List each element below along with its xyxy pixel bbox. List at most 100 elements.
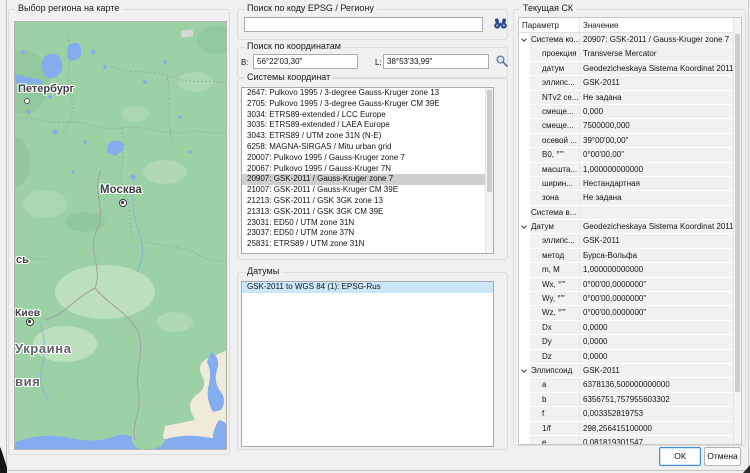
cs-table-row[interactable]: ДатумGeodezicheskaya Sistema Koordinat 2… [519, 220, 741, 234]
coordinate-search-title: Поиск по координатам [244, 41, 344, 51]
cs-table-row[interactable]: ширин...Нестандартная [519, 177, 741, 191]
tree-gutter [519, 350, 530, 363]
cs-table-scrollbar[interactable] [733, 18, 741, 444]
cs-table-row[interactable]: B0, °'"0°00'00,00" [519, 148, 741, 162]
value-cell: 0,0000 [580, 350, 741, 363]
coordinate-search-button[interactable] [494, 54, 510, 70]
latitude-input[interactable] [253, 54, 358, 69]
value-cell: Не задана [580, 91, 741, 104]
cs-table-row[interactable]: Система ко...20907: GSK-2011 / Gauss-Kru… [519, 33, 741, 47]
cs-parameter-table[interactable]: Параметр Значение Система ко...20907: GS… [518, 17, 742, 445]
crs-list-item[interactable]: 21213: GSK-2011 / GSK 3GK zone 13 [242, 196, 493, 207]
tree-expander[interactable] [519, 364, 530, 377]
tree-expander[interactable] [519, 33, 530, 46]
epsg-search-input[interactable] [244, 17, 483, 32]
longitude-label: L: [375, 58, 382, 67]
city-marker-moscow[interactable] [119, 199, 127, 207]
cs-table-row[interactable]: смеще...0,000 [519, 105, 741, 119]
scrollbar-thumb[interactable] [487, 90, 492, 192]
param-cell: датум [530, 62, 580, 75]
cs-table-row[interactable]: Dz0,0000 [519, 350, 741, 364]
crs-list-item[interactable]: 20907: GSK-2011 / Gauss-Kruger zone 7 [242, 174, 493, 185]
epsg-search-button[interactable] [492, 16, 508, 32]
tree-gutter [519, 422, 530, 435]
tree-gutter [519, 436, 530, 445]
cs-table-row[interactable]: Wy, °'"0°00'00,0000000" [519, 292, 741, 306]
value-cell: 20907: GSK-2011 / Gauss-Kruger zone 7 [580, 33, 741, 46]
city-marker-kiev[interactable] [26, 318, 34, 326]
crs-list-scrollbar[interactable] [485, 88, 493, 253]
cs-table-row[interactable]: a6378136,500000000000 [519, 378, 741, 392]
cs-table-row[interactable]: Система в... [519, 206, 741, 220]
cs-table-row[interactable]: b6356751,757955603302 [519, 393, 741, 407]
param-cell: Dy [530, 335, 580, 348]
crs-list-item[interactable]: 3043: ETRS89 / UTM zone 31N (N-E) [242, 131, 493, 142]
param-cell: эллипс... [530, 76, 580, 89]
datum-list-item[interactable]: GSK-2011 to WGS 84 (1): EPSG-Rus [242, 282, 493, 293]
city-marker-petersburg[interactable] [24, 98, 30, 104]
ok-button[interactable]: ОК [659, 447, 701, 466]
cs-table-row[interactable]: e0,081819301547 [519, 436, 741, 445]
crs-list-item[interactable]: 25831: ETRS89 / UTM zone 31N [242, 239, 493, 250]
cs-table-row[interactable]: эллипс...GSK-2011 [519, 76, 741, 90]
value-cell: 0°00'00,00" [580, 148, 741, 161]
cs-table-row[interactable]: датумGeodezicheskaya Sistema Koordinat 2… [519, 62, 741, 76]
cs-table-row[interactable]: эллипс...GSK-2011 [519, 234, 741, 248]
coordinate-systems-title: Системы координат [244, 72, 333, 82]
param-cell: b [530, 393, 580, 406]
cs-table-row[interactable]: ЭллипсоидGSK-2011 [519, 364, 741, 378]
longitude-input[interactable] [383, 54, 489, 69]
cs-table-row[interactable]: смеще...7500000,000 [519, 119, 741, 133]
value-cell: 0,003352819753 [580, 407, 741, 420]
tree-gutter [519, 234, 530, 247]
tree-gutter [519, 292, 530, 305]
cs-table-row[interactable]: осевой ...39°00'00,00" [519, 134, 741, 148]
crs-list-item[interactable]: 21313: GSK-2011 / GSK 3GK CM 39E [242, 207, 493, 218]
tree-gutter [519, 105, 530, 118]
city-label-petersburg: Петербург [18, 83, 74, 95]
cs-table-row[interactable]: Dx0,0000 [519, 321, 741, 335]
map-region-group: Выбор региона на карте [8, 9, 230, 455]
param-cell: осевой ... [530, 134, 580, 147]
crs-list-item[interactable]: 2647: Pulkovo 1995 / 3-degree Gauss-Krug… [242, 88, 493, 99]
current-cs-title: Текущая СК [520, 3, 576, 13]
cs-table-row[interactable]: проекцияTransverse Mercator [519, 47, 741, 61]
crs-list-item[interactable]: 23031: ED50 / UTM zone 31N [242, 218, 493, 229]
param-cell: Датум [530, 220, 580, 233]
param-cell: a [530, 378, 580, 391]
tree-expander[interactable] [519, 220, 530, 233]
tree-gutter [519, 177, 530, 190]
cs-table-row[interactable]: 1/f298,256415100000 [519, 422, 741, 436]
param-cell: Wz, °'" [530, 306, 580, 319]
cs-table-row[interactable]: масшта...1,000000000000 [519, 163, 741, 177]
crs-list[interactable]: 2647: Pulkovo 1995 / 3-degree Gauss-Krug… [241, 87, 494, 254]
crs-list-item[interactable]: 6258: MAGNA-SIRGAS / Mitu urban grid [242, 142, 493, 153]
datum-list[interactable]: GSK-2011 to WGS 84 (1): EPSG-Rus [241, 281, 494, 447]
tree-gutter [519, 306, 530, 319]
param-cell: m, M [530, 263, 580, 276]
crs-list-item[interactable]: 21007: GSK-2011 / Gauss-Kruger CM 39E [242, 185, 493, 196]
cs-table-row[interactable]: NTv2 се...Не задана [519, 91, 741, 105]
scrollbar-thumb[interactable] [735, 34, 740, 392]
tree-gutter [519, 249, 530, 262]
crs-list-item[interactable]: 2705: Pulkovo 1995 / 3-degree Gauss-Krug… [242, 99, 493, 110]
crs-list-item[interactable]: 23037: ED50 / UTM zone 37N [242, 228, 493, 239]
cancel-button[interactable]: Отмена [704, 447, 741, 466]
crs-list-item[interactable]: 20007: Pulkovo 1995 / Gauss-Kruger zone … [242, 153, 493, 164]
datums-title: Датумы [244, 266, 282, 276]
cs-table-row[interactable]: методБурса-Вольфа [519, 249, 741, 263]
cs-table-row[interactable]: f0,003352819753 [519, 407, 741, 421]
cs-table-row[interactable]: m, M1,000000000000 [519, 263, 741, 277]
tree-gutter [519, 206, 530, 219]
cs-table-row[interactable]: зонаНе задана [519, 191, 741, 205]
cs-table-row[interactable]: Wz, °'"0°00'00,0000000" [519, 306, 741, 320]
crs-list-item[interactable]: 3035: ETRS89-extended / LAEA Europe [242, 120, 493, 131]
window-edge-right [748, 0, 749, 470]
crs-list-item[interactable]: 20067: Pulkovo 1995 / Gauss-Kruger 7N [242, 164, 493, 175]
cs-table-row[interactable]: Wx, °'"0°00'00,0000000" [519, 278, 741, 292]
tree-gutter [519, 62, 530, 75]
cs-table-row[interactable]: Dy0,0000 [519, 335, 741, 349]
region-map[interactable]: Петербург Москва сь Киев Украина вия [14, 21, 227, 450]
tree-gutter [519, 335, 530, 348]
crs-list-item[interactable]: 3034: ETRS89-extended / LCC Europe [242, 110, 493, 121]
